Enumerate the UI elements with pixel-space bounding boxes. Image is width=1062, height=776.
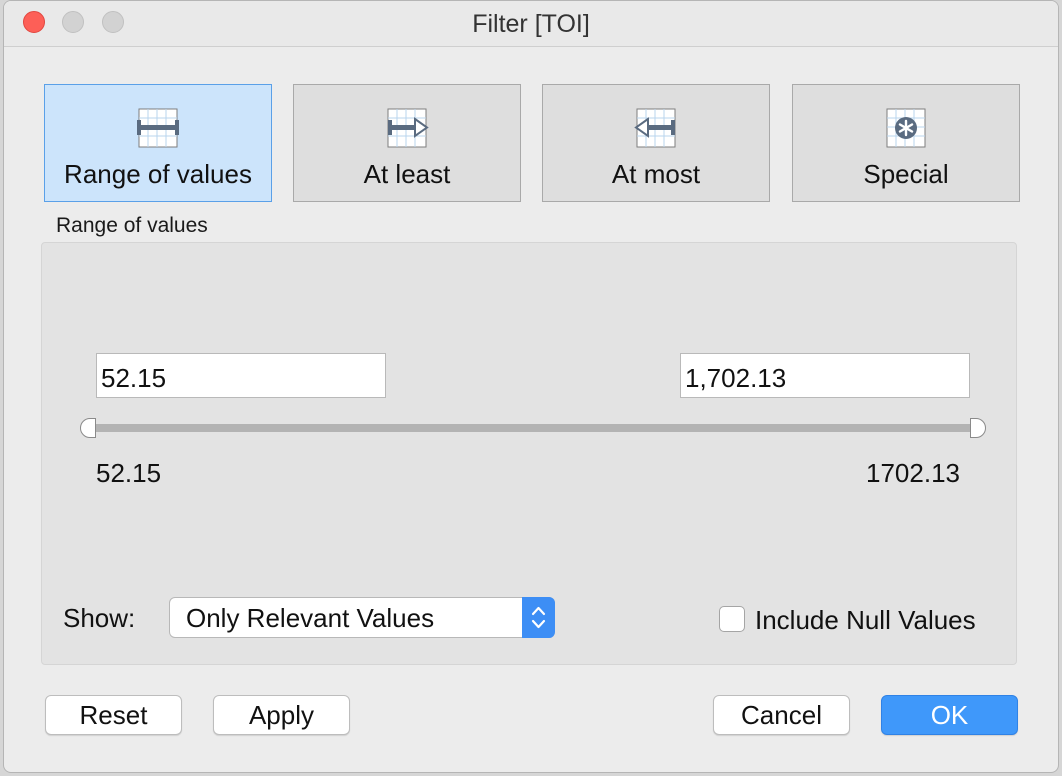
max-range-label: 1702.13 [866, 458, 960, 488]
show-label: Show: [63, 603, 136, 633]
at-most-tab[interactable]: At most [542, 84, 770, 202]
include-null-label: Include Null Values [755, 605, 976, 635]
apply-button[interactable]: Apply [213, 695, 350, 735]
range-of-values-tab[interactable]: Range of values [44, 84, 272, 202]
mode-label: At least [363, 159, 451, 189]
ok-button[interactable]: OK [881, 695, 1018, 735]
section-label: Range of values [56, 214, 208, 237]
title-bar: Filter [TOI] [4, 1, 1058, 47]
at-most-icon [634, 108, 676, 148]
range-icon [137, 108, 179, 148]
show-selected-value: Only Relevant Values [186, 603, 435, 633]
window-title: Filter [TOI] [472, 10, 590, 38]
min-slider-handle[interactable] [80, 418, 96, 438]
cancel-button[interactable]: Cancel [713, 695, 850, 735]
reset-button[interactable]: Reset [45, 695, 182, 735]
range-slider-track[interactable] [88, 424, 976, 432]
min-value-input[interactable]: 52.15 [96, 353, 386, 398]
mode-label: Range of values [64, 159, 252, 189]
max-value-input[interactable]: 1,702.13 [680, 353, 970, 398]
show-values-select[interactable]: Only Relevant Values [169, 597, 555, 638]
include-null-checkbox[interactable] [719, 606, 745, 632]
mode-label: Special [863, 159, 949, 189]
special-tab[interactable]: Special [792, 84, 1020, 202]
min-range-label: 52.15 [96, 458, 162, 488]
at-least-tab[interactable]: At least [293, 84, 521, 202]
select-stepper[interactable] [522, 597, 555, 638]
chevron-up-down-icon [531, 606, 546, 629]
at-least-icon [387, 108, 429, 148]
mode-label: At most [611, 159, 701, 189]
special-icon [886, 108, 926, 148]
